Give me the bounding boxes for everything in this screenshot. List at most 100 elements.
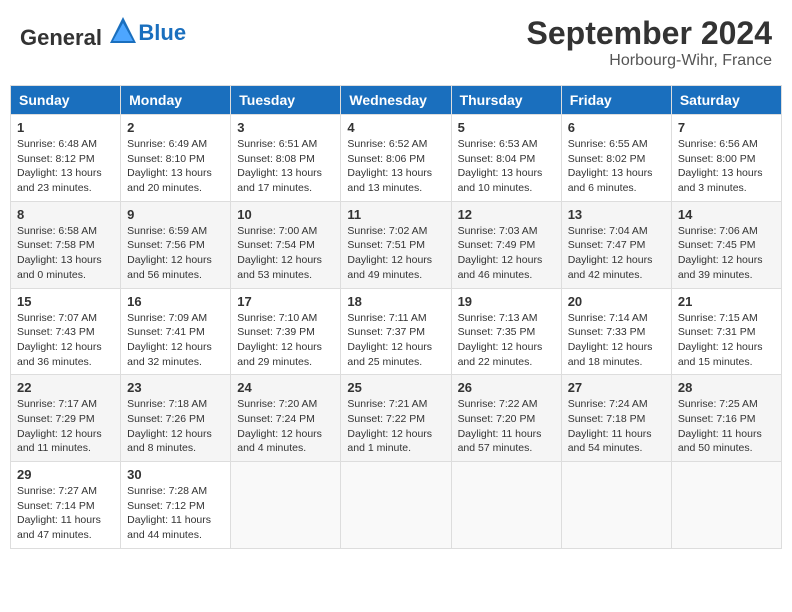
day-of-week-header: Sunday bbox=[11, 86, 121, 115]
day-number: 6 bbox=[568, 120, 665, 135]
calendar-cell: 2 Sunrise: 6:49 AM Sunset: 8:10 PM Daylig… bbox=[121, 115, 231, 202]
day-info: Sunrise: 7:07 AM Sunset: 7:43 PM Dayligh… bbox=[17, 311, 114, 370]
day-of-week-header: Thursday bbox=[451, 86, 561, 115]
day-number: 24 bbox=[237, 380, 334, 395]
day-info: Sunrise: 7:24 AM Sunset: 7:18 PM Dayligh… bbox=[568, 397, 665, 456]
day-info: Sunrise: 6:48 AM Sunset: 8:12 PM Dayligh… bbox=[17, 137, 114, 196]
day-number: 10 bbox=[237, 207, 334, 222]
calendar-cell: 17Sunrise: 7:10 AM Sunset: 7:39 PM Dayli… bbox=[231, 288, 341, 375]
logo-icon bbox=[108, 15, 138, 45]
calendar-cell: 13 Sunrise: 7:04 AM Sunset: 7:47 PM Dayli… bbox=[561, 201, 671, 288]
calendar-cell: 16 Sunrise: 7:09 AM Sunset: 7:41 PM Dayli… bbox=[121, 288, 231, 375]
day-info: Sunrise: 7:28 AM Sunset: 7:12 PM Dayligh… bbox=[127, 484, 224, 543]
day-info: Sunrise: 6:49 AM Sunset: 8:10 PM Dayligh… bbox=[127, 137, 224, 196]
calendar-cell: 20 Sunrise: 7:14 AM Sunset: 7:33 PM Dayli… bbox=[561, 288, 671, 375]
calendar-cell: 10 Sunrise: 7:00 AM Sunset: 7:54 PM Dayli… bbox=[231, 201, 341, 288]
day-number: 12 bbox=[458, 207, 555, 222]
calendar-cell: 25 Sunrise: 7:21 AM Sunset: 7:22 PM Dayli… bbox=[341, 375, 451, 462]
day-number: 13 bbox=[568, 207, 665, 222]
day-number: 11 bbox=[347, 207, 444, 222]
title-area: September 2024 Horbourg-Wihr, France bbox=[527, 15, 772, 70]
calendar-cell: 3Sunrise: 6:51 AM Sunset: 8:08 PM Daylig… bbox=[231, 115, 341, 202]
calendar-cell: 21 Sunrise: 7:15 AM Sunset: 7:31 PM Dayli… bbox=[671, 288, 781, 375]
calendar-cell: 30Sunrise: 7:28 AM Sunset: 7:12 PM Dayli… bbox=[121, 462, 231, 549]
day-info: Sunrise: 7:11 AM Sunset: 7:37 PM Dayligh… bbox=[347, 311, 444, 370]
calendar-cell: 15 Sunrise: 7:07 AM Sunset: 7:43 PM Dayli… bbox=[11, 288, 121, 375]
calendar-cell: 8 Sunrise: 6:58 AM Sunset: 7:58 PM Daylig… bbox=[11, 201, 121, 288]
day-number: 4 bbox=[347, 120, 444, 135]
day-number: 1 bbox=[17, 120, 114, 135]
calendar-cell bbox=[561, 462, 671, 549]
day-info: Sunrise: 7:13 AM Sunset: 7:35 PM Dayligh… bbox=[458, 311, 555, 370]
calendar-cell bbox=[451, 462, 561, 549]
day-info: Sunrise: 7:06 AM Sunset: 7:45 PM Dayligh… bbox=[678, 224, 775, 283]
day-number: 7 bbox=[678, 120, 775, 135]
day-number: 9 bbox=[127, 207, 224, 222]
day-info: Sunrise: 7:02 AM Sunset: 7:51 PM Dayligh… bbox=[347, 224, 444, 283]
day-number: 23 bbox=[127, 380, 224, 395]
day-info: Sunrise: 7:25 AM Sunset: 7:16 PM Dayligh… bbox=[678, 397, 775, 456]
day-number: 20 bbox=[568, 294, 665, 309]
calendar-cell: 28 Sunrise: 7:25 AM Sunset: 7:16 PM Dayli… bbox=[671, 375, 781, 462]
day-number: 22 bbox=[17, 380, 114, 395]
calendar-cell: 9 Sunrise: 6:59 AM Sunset: 7:56 PM Daylig… bbox=[121, 201, 231, 288]
day-number: 25 bbox=[347, 380, 444, 395]
day-info: Sunrise: 7:00 AM Sunset: 7:54 PM Dayligh… bbox=[237, 224, 334, 283]
calendar-week-row: 22 Sunrise: 7:17 AM Sunset: 7:29 PM Dayli… bbox=[11, 375, 782, 462]
day-info: Sunrise: 7:10 AM Sunset: 7:39 PM Dayligh… bbox=[237, 311, 334, 370]
day-info: Sunrise: 7:21 AM Sunset: 7:22 PM Dayligh… bbox=[347, 397, 444, 456]
day-info: Sunrise: 7:17 AM Sunset: 7:29 PM Dayligh… bbox=[17, 397, 114, 456]
logo-general: General bbox=[20, 25, 102, 50]
day-info: Sunrise: 7:14 AM Sunset: 7:33 PM Dayligh… bbox=[568, 311, 665, 370]
day-info: Sunrise: 6:55 AM Sunset: 8:02 PM Dayligh… bbox=[568, 137, 665, 196]
calendar-cell: 18 Sunrise: 7:11 AM Sunset: 7:37 PM Dayli… bbox=[341, 288, 451, 375]
day-number: 5 bbox=[458, 120, 555, 135]
day-info: Sunrise: 7:09 AM Sunset: 7:41 PM Dayligh… bbox=[127, 311, 224, 370]
calendar-cell: 11 Sunrise: 7:02 AM Sunset: 7:51 PM Dayli… bbox=[341, 201, 451, 288]
calendar-body: 1 Sunrise: 6:48 AM Sunset: 8:12 PM Daylig… bbox=[11, 115, 782, 549]
day-info: Sunrise: 7:22 AM Sunset: 7:20 PM Dayligh… bbox=[458, 397, 555, 456]
day-info: Sunrise: 6:58 AM Sunset: 7:58 PM Dayligh… bbox=[17, 224, 114, 283]
calendar-cell: 7 Sunrise: 6:56 AM Sunset: 8:00 PM Daylig… bbox=[671, 115, 781, 202]
day-number: 14 bbox=[678, 207, 775, 222]
day-of-week-header: Wednesday bbox=[341, 86, 451, 115]
calendar-cell: 22 Sunrise: 7:17 AM Sunset: 7:29 PM Dayli… bbox=[11, 375, 121, 462]
calendar-cell bbox=[231, 462, 341, 549]
day-number: 3 bbox=[237, 120, 334, 135]
calendar-week-row: 29 Sunrise: 7:27 AM Sunset: 7:14 PM Dayli… bbox=[11, 462, 782, 549]
day-number: 15 bbox=[17, 294, 114, 309]
day-info: Sunrise: 6:56 AM Sunset: 8:00 PM Dayligh… bbox=[678, 137, 775, 196]
day-info: Sunrise: 7:04 AM Sunset: 7:47 PM Dayligh… bbox=[568, 224, 665, 283]
day-number: 16 bbox=[127, 294, 224, 309]
calendar-week-row: 15 Sunrise: 7:07 AM Sunset: 7:43 PM Dayli… bbox=[11, 288, 782, 375]
calendar-week-row: 1 Sunrise: 6:48 AM Sunset: 8:12 PM Daylig… bbox=[11, 115, 782, 202]
day-number: 18 bbox=[347, 294, 444, 309]
calendar-cell: 23 Sunrise: 7:18 AM Sunset: 7:26 PM Dayli… bbox=[121, 375, 231, 462]
calendar-cell bbox=[671, 462, 781, 549]
calendar-cell: 24 Sunrise: 7:20 AM Sunset: 7:24 PM Dayli… bbox=[231, 375, 341, 462]
calendar-cell: 27Sunrise: 7:24 AM Sunset: 7:18 PM Dayli… bbox=[561, 375, 671, 462]
day-info: Sunrise: 6:59 AM Sunset: 7:56 PM Dayligh… bbox=[127, 224, 224, 283]
calendar-week-row: 8 Sunrise: 6:58 AM Sunset: 7:58 PM Daylig… bbox=[11, 201, 782, 288]
calendar-cell: 12 Sunrise: 7:03 AM Sunset: 7:49 PM Dayli… bbox=[451, 201, 561, 288]
day-number: 21 bbox=[678, 294, 775, 309]
page-title: September 2024 bbox=[527, 15, 772, 52]
page-subtitle: Horbourg-Wihr, France bbox=[527, 52, 772, 70]
calendar-cell: 6 Sunrise: 6:55 AM Sunset: 8:02 PM Daylig… bbox=[561, 115, 671, 202]
day-of-week-header: Monday bbox=[121, 86, 231, 115]
day-info: Sunrise: 7:15 AM Sunset: 7:31 PM Dayligh… bbox=[678, 311, 775, 370]
day-info: Sunrise: 6:52 AM Sunset: 8:06 PM Dayligh… bbox=[347, 137, 444, 196]
logo: General Blue bbox=[20, 15, 186, 51]
calendar-table: SundayMondayTuesdayWednesdayThursdayFrid… bbox=[10, 85, 782, 549]
day-info: Sunrise: 7:27 AM Sunset: 7:14 PM Dayligh… bbox=[17, 484, 114, 543]
calendar-cell: 4 Sunrise: 6:52 AM Sunset: 8:06 PM Daylig… bbox=[341, 115, 451, 202]
day-of-week-header: Saturday bbox=[671, 86, 781, 115]
day-number: 2 bbox=[127, 120, 224, 135]
day-info: Sunrise: 7:03 AM Sunset: 7:49 PM Dayligh… bbox=[458, 224, 555, 283]
day-info: Sunrise: 7:18 AM Sunset: 7:26 PM Dayligh… bbox=[127, 397, 224, 456]
day-number: 29 bbox=[17, 467, 114, 482]
calendar-cell: 14 Sunrise: 7:06 AM Sunset: 7:45 PM Dayli… bbox=[671, 201, 781, 288]
day-number: 8 bbox=[17, 207, 114, 222]
day-info: Sunrise: 7:20 AM Sunset: 7:24 PM Dayligh… bbox=[237, 397, 334, 456]
day-number: 28 bbox=[678, 380, 775, 395]
